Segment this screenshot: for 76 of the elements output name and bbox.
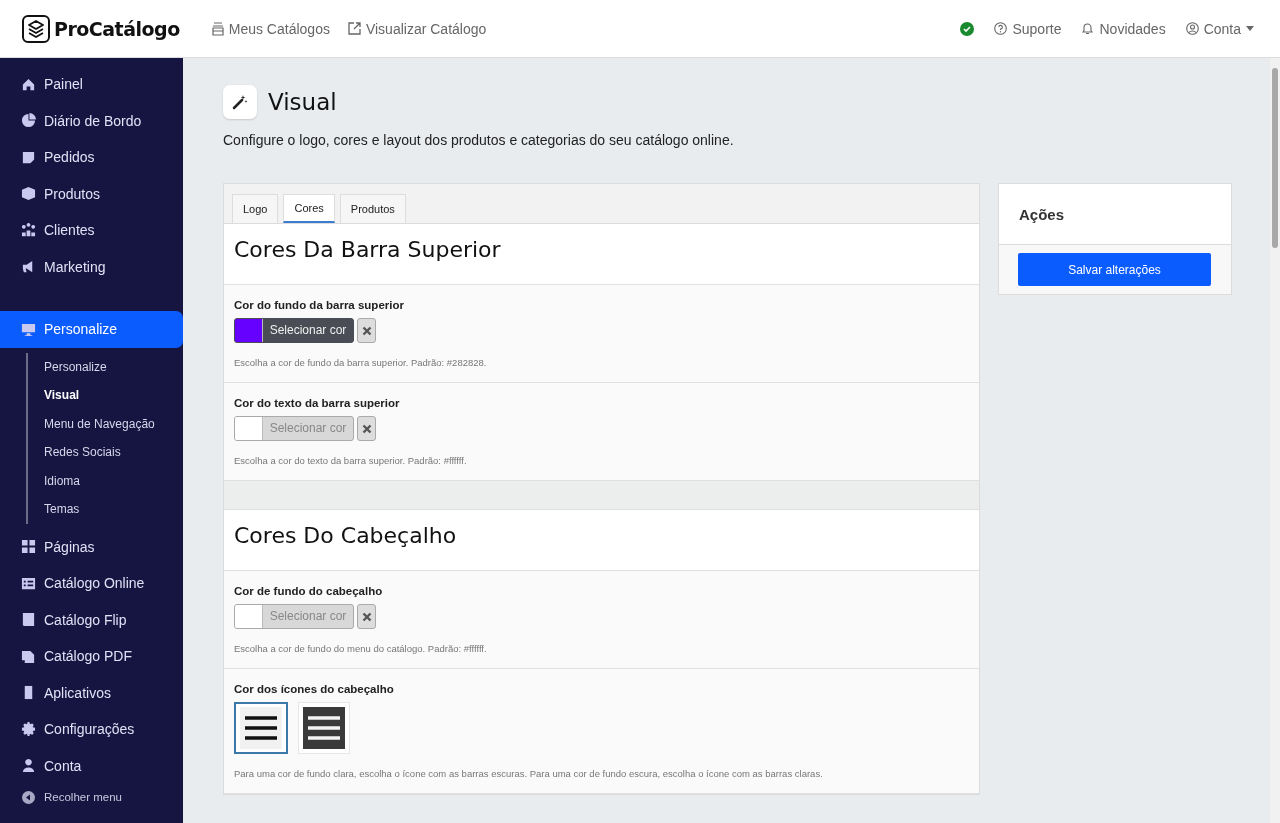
color-picker-button[interactable]: Selecionar cor <box>234 318 354 343</box>
menu-icon <box>303 707 345 749</box>
stack-icon <box>211 21 224 36</box>
icon-option[interactable] <box>234 702 288 754</box>
menu-item-icon <box>21 648 36 664</box>
menu-item-icon <box>21 113 36 129</box>
sidebar-item[interactable]: Personalize <box>0 311 183 348</box>
sidebar-item[interactable]: Catálogo PDF <box>0 638 183 675</box>
save-button[interactable]: Salvar alterações <box>1018 253 1211 286</box>
menu-item-icon <box>21 76 36 92</box>
menu-item-icon <box>21 575 36 591</box>
help-text: Escolha a cor de fundo do menu do catálogo. Padrão: #ffffff. <box>234 643 488 654</box>
back-circle-icon <box>22 790 35 804</box>
sidebar-item[interactable]: Aplicativos <box>0 674 183 711</box>
sidebar-item[interactable]: Pedidos <box>0 139 183 176</box>
logo[interactable]: ProCatálogo <box>22 14 180 43</box>
close-icon <box>361 423 372 434</box>
menu-item-icon <box>21 758 36 774</box>
header-link[interactable]: Conta <box>1185 20 1254 37</box>
menu-item-icon <box>21 721 36 737</box>
field-label: Cor dos ícones do cabeçalho <box>234 683 395 695</box>
field-label: Cor do fundo da barra superior <box>234 299 405 311</box>
menu-item-icon <box>21 539 36 555</box>
tab[interactable]: Logo <box>232 194 279 223</box>
sidebar-item[interactable]: Clientes <box>0 212 183 249</box>
page-title: Visual <box>268 89 337 115</box>
field-label: Cor do texto da barra superior <box>234 397 401 409</box>
section-title: Cores Da Barra Superior <box>224 224 979 285</box>
clear-button[interactable] <box>357 416 376 441</box>
section-title: Cores Do Cabeçalho <box>224 510 979 571</box>
tab[interactable]: Produtos <box>339 194 406 223</box>
tab[interactable]: Cores <box>283 194 335 223</box>
field-label: Cor de fundo do cabeçalho <box>234 585 384 597</box>
sidebar-item[interactable]: Configurações <box>0 711 183 748</box>
submenu-item[interactable]: Menu de Navegação <box>44 409 183 438</box>
collapse-menu-button[interactable]: Recolher menu <box>0 784 183 810</box>
user-circle-icon <box>1185 22 1199 35</box>
sidebar-item[interactable]: Diário de Bordo <box>0 102 183 139</box>
clear-button[interactable] <box>357 318 376 343</box>
header-link[interactable]: Novidades <box>1081 20 1166 37</box>
menu-icon <box>240 707 282 749</box>
sidebar-item[interactable]: Produtos <box>0 175 183 212</box>
close-icon <box>361 611 372 622</box>
check-circle-icon <box>960 21 975 36</box>
submenu-item[interactable]: Idioma <box>44 466 183 495</box>
logo-text: ProCatálogo <box>54 17 180 40</box>
menu-item-icon <box>21 321 36 337</box>
header-link[interactable]: Meus Catálogos <box>211 20 330 37</box>
submenu-item[interactable]: Visual <box>44 381 183 410</box>
menu-item-icon <box>21 149 36 165</box>
sidebar-item[interactable]: Catálogo Online <box>0 565 183 602</box>
magic-wand-icon <box>223 85 257 119</box>
help-text: Para uma cor de fundo clara, escolha o ícone com as barras escuras. Para uma cor de fundo escura, escolha o ícone com as barras claras. <box>234 768 824 779</box>
external-link-icon <box>347 22 361 35</box>
help-text: Escolha a cor de fundo da barra superior. Padrão: #282828. <box>234 357 488 368</box>
header-link[interactable]: Suporte <box>994 20 1062 37</box>
page-description: Configure o logo, cores e layout dos produtos e categorias do seu catálogo online. <box>223 132 735 148</box>
sidebar-item[interactable]: Páginas <box>0 528 183 565</box>
sidebar-item[interactable]: Catálogo Flip <box>0 601 183 638</box>
sidebar-item[interactable]: Marketing <box>0 248 183 285</box>
layers-icon <box>22 14 50 43</box>
help-icon <box>994 22 1008 35</box>
menu-item-icon <box>21 186 36 202</box>
scrollbar[interactable] <box>1270 58 1280 823</box>
menu-item-icon <box>21 222 36 238</box>
submenu-item[interactable]: Redes Sociais <box>44 438 183 467</box>
submenu-item[interactable]: Personalize <box>44 352 183 381</box>
menu-item-icon <box>21 612 36 628</box>
bell-icon <box>1081 22 1095 35</box>
submenu-item[interactable]: Temas <box>44 495 183 524</box>
close-icon <box>361 325 372 336</box>
clear-button[interactable] <box>357 604 376 629</box>
help-text: Escolha a cor do texto da barra superior. Padrão: #ffffff. <box>234 455 468 466</box>
sidebar-item[interactable]: Painel <box>0 66 183 103</box>
header-link[interactable]: Visualizar Catálogo <box>347 20 487 37</box>
sidebar-item[interactable]: Conta <box>0 747 183 784</box>
